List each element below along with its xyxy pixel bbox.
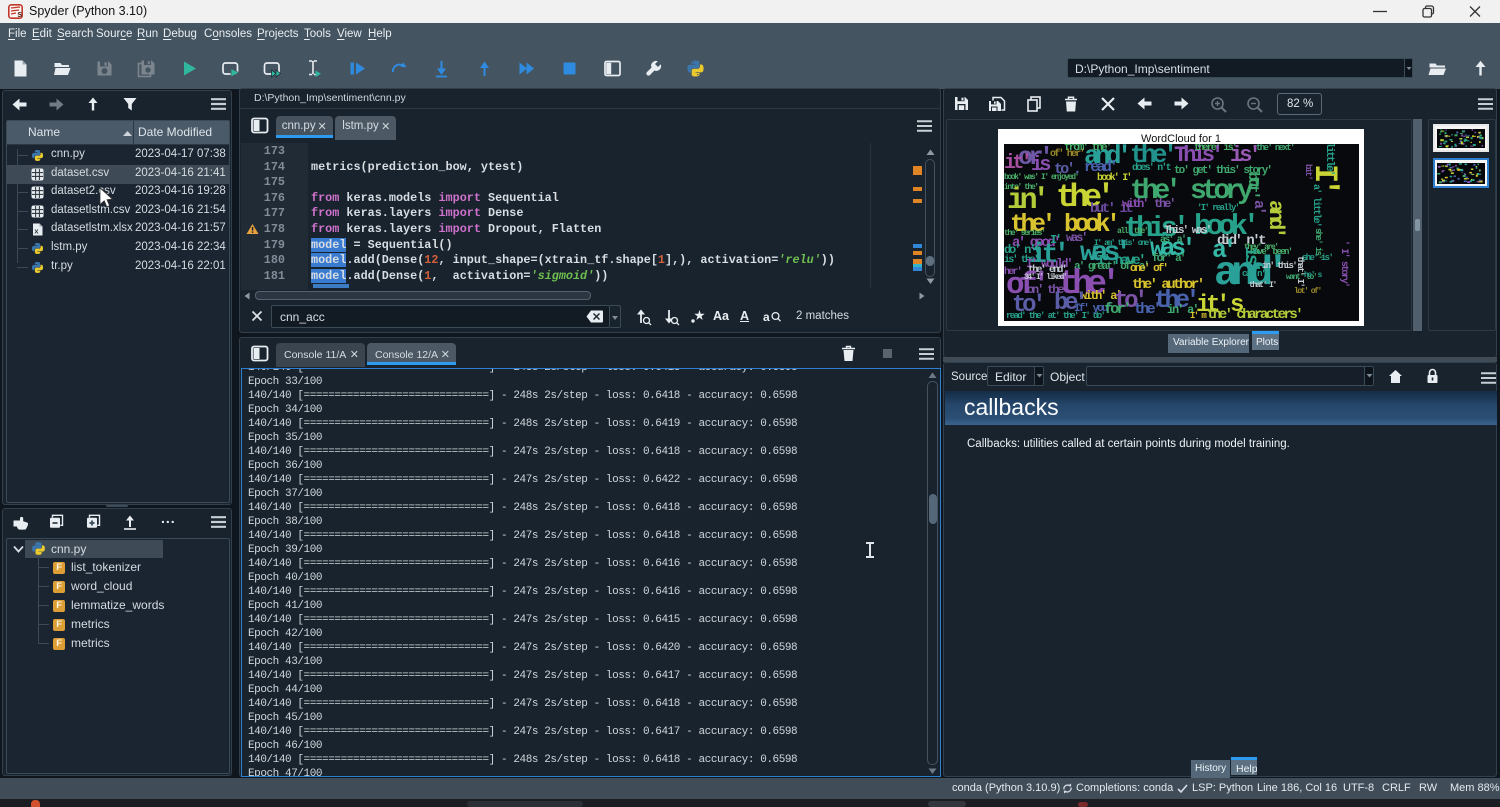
svg-text:s: s <box>17 9 22 19</box>
svg-text:a: a <box>763 310 770 324</box>
